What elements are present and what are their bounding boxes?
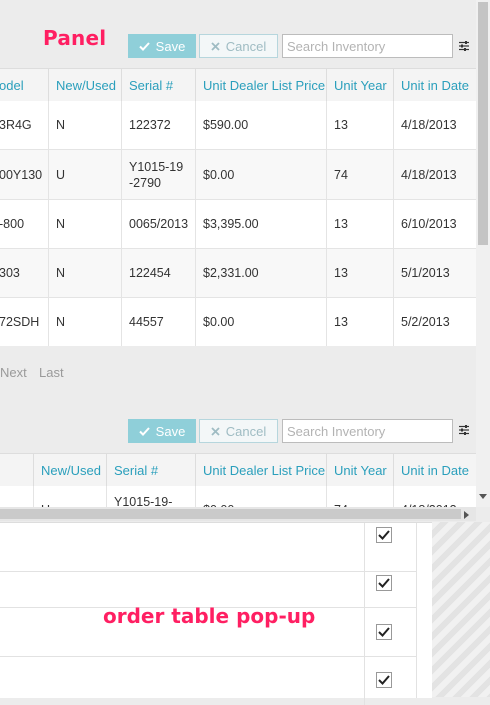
cell-serial: 122372 — [121, 101, 195, 149]
column-header-unit-year[interactable]: Unit Year — [326, 454, 393, 486]
cell-dealer-price: $0.00 — [195, 298, 326, 346]
table-row[interactable]: 3R4G N 122372 $590.00 13 4/18/2013 — [0, 101, 476, 150]
filter-sliders-icon[interactable] — [458, 40, 470, 52]
save-button[interactable]: Save — [128, 34, 196, 58]
search-input-2[interactable] — [282, 419, 453, 443]
cell-serial: Y1015-19-2790 — [121, 150, 195, 199]
cell-new-used: N — [48, 200, 121, 248]
cancel-button-label: Cancel — [225, 423, 267, 439]
table-row[interactable]: 72SDH N 44557 $0.00 13 5/2/2013 — [0, 298, 476, 346]
cell-model: -800 — [0, 217, 25, 231]
cell-dealer-price: $0.00 — [195, 486, 326, 509]
popup-row[interactable] — [0, 657, 416, 705]
check-icon — [378, 578, 390, 588]
cell-model: 00Y130 — [0, 167, 43, 182]
column-header-model[interactable]: odel — [0, 69, 48, 101]
disabled-hatched-area — [432, 522, 490, 697]
column-header-unit-year[interactable]: Unit Year — [326, 69, 393, 101]
filter-sliders-icon[interactable] — [458, 424, 470, 436]
pager-next-link[interactable]: Next — [0, 365, 27, 380]
cell-new-used: U — [33, 486, 106, 509]
table-header: odel New/Used Serial # Unit Dealer List … — [0, 68, 476, 102]
scroll-right-arrow-icon[interactable] — [464, 511, 470, 519]
check-icon — [378, 675, 390, 685]
vertical-scrollbar[interactable] — [476, 0, 490, 507]
panel-annotation-label: Panel — [43, 26, 107, 50]
check-icon — [138, 41, 150, 51]
pager-last-link[interactable]: Last — [39, 365, 64, 380]
column-header-dealer-price[interactable]: Unit Dealer List Price — [195, 69, 326, 101]
row-checkbox[interactable] — [376, 575, 392, 591]
cell-serial: 122454 — [121, 249, 195, 297]
save-button-label: Save — [155, 423, 186, 439]
table-row[interactable]: U Y1015-19- $0.00 74 4/18/2013 — [0, 486, 476, 509]
table-row[interactable]: -800 N 0065/2013 $3,395.00 13 6/10/2013 — [0, 200, 476, 249]
cell-unit-in-date: 5/2/2013 — [393, 298, 476, 346]
cell-serial: 0065/2013 — [121, 200, 195, 248]
cell-new-used: N — [48, 298, 121, 346]
save-button-label: Save — [155, 38, 186, 54]
cell-unit-year: 13 — [326, 101, 393, 149]
inventory-table: odel New/Used Serial # Unit Dealer List … — [0, 68, 476, 346]
column-header-serial[interactable]: Serial # — [121, 69, 195, 101]
check-icon — [378, 627, 390, 637]
save-button-2[interactable]: Save — [128, 419, 196, 443]
column-header-unit-in-date[interactable]: Unit in Date — [393, 69, 476, 101]
table-row[interactable]: 00Y130 U Y1015-19-2790 $0.00 74 4/18/201… — [0, 150, 476, 200]
check-icon — [138, 426, 150, 436]
cell-unit-year: 74 — [326, 150, 393, 199]
column-header-new-used[interactable]: New/Used — [33, 454, 106, 486]
cell-new-used: N — [48, 101, 121, 149]
cancel-button[interactable]: Cancel — [199, 34, 278, 58]
cell-serial: Y1015-19- — [106, 486, 195, 509]
row-checkbox[interactable] — [376, 527, 392, 543]
cell-serial: 44557 — [121, 298, 195, 346]
popup-row[interactable] — [0, 559, 416, 608]
column-header-serial[interactable]: Serial # — [106, 454, 195, 486]
column-header-new-used[interactable]: New/Used — [48, 69, 121, 101]
cell-new-used: N — [48, 249, 121, 297]
check-icon — [378, 530, 390, 540]
inventory-table-2: New/Used Serial # Unit Dealer List Price… — [0, 453, 476, 509]
close-icon — [211, 426, 220, 436]
cell-unit-in-date: 4/18/2013 — [393, 150, 476, 199]
cell-model: 72SDH — [0, 315, 40, 329]
cell-unit-in-date: 4/18/2013 — [393, 486, 476, 509]
cell-model: 303 — [0, 266, 20, 280]
cancel-button-2[interactable]: Cancel — [199, 419, 278, 443]
cell-unit-year: 13 — [326, 200, 393, 248]
search-input[interactable] — [282, 34, 453, 58]
cell-unit-in-date: 5/1/2013 — [393, 249, 476, 297]
row-checkbox[interactable] — [376, 672, 392, 688]
popup-edge — [416, 523, 433, 698]
table-header: New/Used Serial # Unit Dealer List Price… — [0, 453, 476, 487]
table-row[interactable]: 303 N 122454 $2,331.00 13 5/1/2013 — [0, 249, 476, 298]
cell-dealer-price: $0.00 — [195, 150, 326, 199]
cancel-button-label: Cancel — [225, 38, 267, 54]
popup-annotation-label: order table pop-up — [103, 604, 316, 628]
column-header-unit-in-date[interactable]: Unit in Date — [393, 454, 476, 486]
column-header-dealer-price[interactable]: Unit Dealer List Price — [195, 454, 326, 486]
vertical-scroll-thumb[interactable] — [478, 2, 488, 245]
close-icon — [211, 41, 220, 51]
cell-dealer-price: $590.00 — [195, 101, 326, 149]
cell-dealer-price: $3,395.00 — [195, 200, 326, 248]
cell-unit-in-date: 4/18/2013 — [393, 101, 476, 149]
cell-unit-in-date: 6/10/2013 — [393, 200, 476, 248]
cell-model: 3R4G — [0, 118, 32, 132]
cell-unit-year: 74 — [326, 486, 393, 509]
cell-unit-year: 13 — [326, 249, 393, 297]
horizontal-scrollbar[interactable] — [0, 507, 476, 521]
cell-new-used: U — [48, 150, 121, 199]
horizontal-scroll-thumb[interactable] — [0, 509, 461, 519]
cell-dealer-price: $2,331.00 — [195, 249, 326, 297]
cell-unit-year: 13 — [326, 298, 393, 346]
row-checkbox[interactable] — [376, 624, 392, 640]
scroll-down-arrow-icon[interactable] — [479, 494, 487, 500]
